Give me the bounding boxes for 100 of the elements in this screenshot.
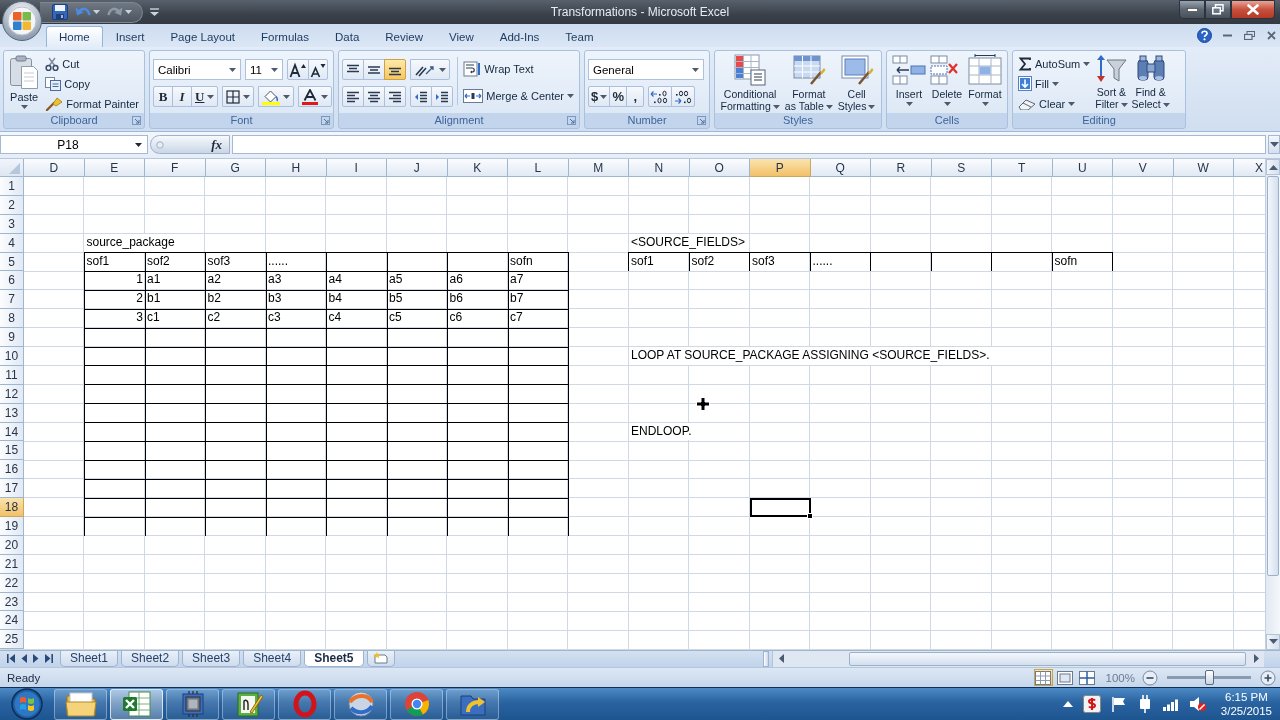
ribbon-tab[interactable]: Home (46, 26, 103, 47)
sheet-tab[interactable]: Sheet1 (60, 650, 119, 667)
column-header[interactable]: U (1052, 159, 1113, 177)
fill-button[interactable]: Fill (1016, 74, 1093, 93)
column-header[interactable]: R (871, 159, 932, 177)
underline-button[interactable]: U (191, 86, 219, 107)
column-header[interactable]: T (992, 159, 1053, 177)
comma-style-button[interactable]: , (626, 86, 645, 107)
taskbar-button[interactable] (222, 688, 275, 720)
column-header[interactable]: M (568, 159, 629, 177)
wrap-text-button[interactable]: Wrap Text (461, 59, 576, 78)
row-header[interactable]: 7 (0, 290, 24, 310)
align-center-button[interactable] (363, 86, 385, 107)
borders-button[interactable] (222, 86, 255, 107)
sheet-tab[interactable]: Sheet4 (243, 650, 302, 667)
normal-view-button[interactable] (1033, 669, 1053, 686)
ribbon-tab[interactable]: Team (552, 26, 607, 47)
minimize-button[interactable] (1179, 0, 1205, 19)
signal-bars-icon[interactable] (1162, 697, 1179, 711)
align-top-button[interactable] (342, 59, 364, 80)
bold-button[interactable]: B (153, 86, 173, 107)
scroll-up-button[interactable] (1266, 159, 1280, 175)
sheet-tab[interactable]: Sheet3 (182, 650, 241, 667)
cell-styles-button[interactable]: Cell Styles (836, 53, 877, 113)
close-button[interactable] (1231, 0, 1275, 19)
page-break-button[interactable] (1077, 669, 1097, 686)
dialog-launcher-button[interactable] (132, 116, 141, 125)
format-as-table-button[interactable]: Format as Table (783, 53, 834, 113)
column-header[interactable]: O (689, 159, 750, 177)
paste-button[interactable]: Paste (7, 53, 42, 110)
align-middle-button[interactable] (363, 59, 385, 80)
column-header[interactable]: L (508, 159, 569, 177)
ribbon-tab[interactable]: Data (322, 26, 373, 47)
column-header[interactable]: X (1234, 159, 1265, 177)
format-button[interactable]: Format (966, 53, 1004, 107)
restore-button[interactable] (1205, 0, 1231, 19)
font-name-field[interactable]: Calibri (153, 59, 241, 80)
column-header[interactable]: S (931, 159, 992, 177)
column-header[interactable]: Q (810, 159, 871, 177)
column-header[interactable]: J (387, 159, 448, 177)
insert-function-button[interactable]: fx (150, 135, 230, 154)
increase-decimal-button[interactable] (648, 86, 673, 107)
conditional-formatting-button[interactable]: Conditional Formatting (719, 53, 781, 113)
dialog-launcher-button[interactable] (321, 116, 330, 125)
taskbar-button[interactable] (110, 688, 163, 720)
row-header[interactable]: 9 (0, 328, 24, 347)
column-header[interactable]: H (266, 159, 327, 177)
dialog-launcher-button[interactable] (697, 116, 706, 125)
dollar-icon[interactable] (1082, 695, 1101, 713)
font-color-button[interactable] (298, 86, 333, 107)
horizontal-scrollbar[interactable] (772, 650, 1264, 667)
align-left-button[interactable] (342, 86, 364, 107)
decrease-indent-button[interactable] (410, 86, 432, 107)
taskbar-button[interactable] (446, 688, 499, 720)
sheet-tab[interactable]: Sheet5 (304, 650, 364, 667)
taskbar-button[interactable] (166, 688, 219, 720)
ribbon-tab[interactable]: Insert (102, 26, 158, 47)
expand-formula-button[interactable] (1268, 135, 1280, 154)
insert-button[interactable]: Insert (890, 53, 928, 107)
ribbon-tab[interactable]: Page Layout (157, 26, 249, 47)
vertical-scrollbar[interactable] (1265, 159, 1280, 650)
column-header[interactable]: G (205, 159, 266, 177)
autosum-button[interactable]: AutoSum (1016, 54, 1093, 73)
dialog-launcher-button[interactable] (567, 116, 576, 125)
column-header[interactable]: N (629, 159, 690, 177)
show-hidden-icons-button[interactable] (1062, 701, 1073, 707)
clock[interactable]: 6:15 PM 3/25/2015 (1220, 690, 1272, 718)
column-header[interactable]: D (24, 159, 85, 177)
column-header[interactable]: K (447, 159, 508, 177)
taskbar-button[interactable] (334, 688, 387, 720)
fill-handle[interactable] (806, 513, 813, 520)
row-header[interactable]: 25 (0, 630, 24, 650)
fill-color-button[interactable] (258, 86, 295, 107)
page-layout-button[interactable] (1055, 669, 1075, 686)
font-size-field[interactable]: 11 (245, 59, 283, 80)
name-box[interactable]: P18 (0, 135, 148, 154)
flag-icon[interactable] (1110, 696, 1127, 712)
decrease-decimal-button[interactable] (671, 86, 696, 107)
row-header[interactable]: 17 (0, 479, 24, 499)
format-painter-button[interactable]: Format Painter (43, 94, 141, 113)
currency-button[interactable]: $ (588, 86, 611, 107)
row-header[interactable]: 8 (0, 309, 24, 329)
ribbon-tab[interactable]: View (436, 26, 487, 47)
align-bottom-button[interactable] (384, 59, 406, 80)
taskbar-button[interactable] (54, 688, 107, 720)
clear-button[interactable]: Clear (1016, 94, 1093, 113)
scroll-thumb[interactable] (1267, 176, 1279, 576)
percent-button[interactable]: % (609, 86, 628, 107)
merge-center-button[interactable]: Merge & Center (461, 86, 576, 105)
tab-split-handle[interactable] (763, 650, 769, 667)
ribbon-tab[interactable]: Review (372, 26, 436, 47)
orientation-button[interactable] (410, 59, 450, 80)
column-header[interactable]: I (326, 159, 387, 177)
shrink-font-button[interactable] (308, 59, 328, 80)
row-header[interactable]: 10 (0, 347, 24, 366)
last-sheet-button[interactable] (43, 651, 55, 666)
help-button[interactable] (1197, 27, 1212, 44)
zoom-out-button[interactable] (1142, 669, 1158, 686)
taskbar-button[interactable] (390, 688, 443, 720)
find-select-button[interactable]: Find & Select (1130, 53, 1171, 111)
